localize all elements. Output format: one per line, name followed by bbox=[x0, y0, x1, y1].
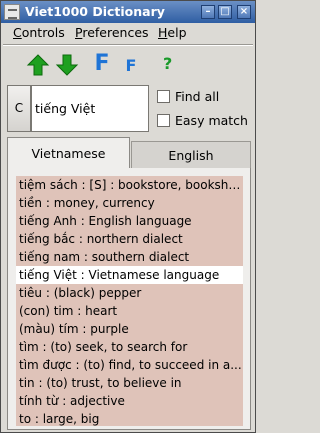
list-item[interactable]: tiền : money, currency bbox=[16, 194, 243, 212]
close-icon[interactable]: × bbox=[237, 5, 251, 19]
help-icon[interactable]: ? bbox=[157, 53, 181, 77]
menu-help-mnemonic: H bbox=[158, 25, 168, 40]
list-item[interactable]: tiếng bắc : northern dialect bbox=[16, 230, 243, 248]
menu-preferences-label: references bbox=[82, 25, 149, 40]
arrow-up-green-icon[interactable] bbox=[26, 53, 50, 77]
title-bar[interactable]: Viet1000 Dictionary – □ × bbox=[1, 1, 255, 23]
clear-button[interactable]: C bbox=[7, 85, 31, 132]
list-item[interactable]: tiếng Anh : English language bbox=[16, 212, 243, 230]
list-item[interactable]: tìm : (to) seek, to search for bbox=[16, 338, 243, 356]
font-small-glyph: F bbox=[125, 56, 137, 75]
list-item[interactable]: (con) tim : heart bbox=[16, 302, 243, 320]
list-item[interactable]: tiếng nam : southern dialect bbox=[16, 248, 243, 266]
list-item[interactable]: tin : (to) trust, to believe in bbox=[16, 374, 243, 392]
tab-english[interactable]: English bbox=[131, 141, 251, 169]
tab-vietnamese[interactable]: Vietnamese bbox=[7, 137, 130, 169]
app-window: Viet1000 Dictionary – □ × Controls Prefe… bbox=[0, 0, 256, 433]
menu-preferences[interactable]: Preferences bbox=[75, 25, 149, 40]
font-large-glyph: F bbox=[94, 51, 110, 76]
font-large-icon[interactable]: F bbox=[90, 51, 114, 77]
separator bbox=[3, 44, 253, 46]
menu-controls[interactable]: Controls bbox=[13, 25, 65, 40]
list-item[interactable]: to : large, big bbox=[16, 410, 243, 426]
menu-controls-mnemonic: C bbox=[13, 25, 22, 40]
window-title: Viet1000 Dictionary bbox=[25, 4, 165, 19]
list-item[interactable]: tính từ : adjective bbox=[16, 392, 243, 410]
list-item[interactable]: tiêu : (black) pepper bbox=[16, 284, 243, 302]
find-all-label: Find all bbox=[175, 89, 220, 104]
tab-bar: Vietnamese English bbox=[7, 137, 251, 169]
easy-match-box[interactable] bbox=[157, 114, 170, 127]
app-icon[interactable] bbox=[4, 4, 20, 20]
find-all-box[interactable] bbox=[157, 90, 170, 103]
menu-help-label: elp bbox=[167, 25, 187, 40]
minimize-icon[interactable]: – bbox=[201, 5, 215, 19]
menu-bar: Controls Preferences Help bbox=[1, 23, 255, 43]
arrow-down-green-icon[interactable] bbox=[55, 53, 79, 77]
list-item-selected[interactable]: tiếng Việt : Vietnamese language bbox=[16, 266, 243, 284]
easy-match-checkbox[interactable]: Easy match bbox=[157, 113, 255, 129]
tab-panel: tiệm sách : [S] : bookstore, bookshop tiề… bbox=[7, 168, 251, 430]
entry-list[interactable]: tiệm sách : [S] : bookstore, bookshop tiề… bbox=[16, 176, 243, 426]
list-item[interactable]: tìm được : (to) find, to succeed in a... bbox=[16, 356, 243, 374]
maximize-icon[interactable]: □ bbox=[218, 5, 232, 19]
list-item[interactable]: (màu) tím : purple bbox=[16, 320, 243, 338]
font-small-icon[interactable]: F bbox=[119, 53, 143, 77]
list-item[interactable]: tiệm sách : [S] : bookstore, bookshop bbox=[16, 176, 243, 194]
search-area: C tiếng Việt Find all Easy match bbox=[1, 85, 255, 133]
search-input[interactable]: tiếng Việt bbox=[31, 85, 149, 132]
help-glyph: ? bbox=[163, 54, 173, 73]
menu-help[interactable]: Help bbox=[158, 25, 187, 40]
easy-match-label: Easy match bbox=[175, 113, 248, 128]
toolbar: F F ? bbox=[1, 47, 255, 83]
find-all-checkbox[interactable]: Find all bbox=[157, 89, 255, 105]
menu-controls-label: ontrols bbox=[21, 25, 65, 40]
